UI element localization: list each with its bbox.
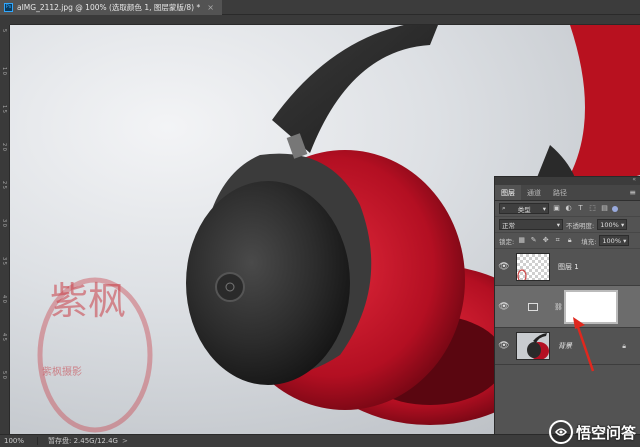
selective-color-icon: [528, 302, 538, 311]
close-icon[interactable]: ×: [207, 3, 214, 12]
chevron-down-icon: ▾: [620, 220, 625, 229]
ruler-tick: 5: [1, 29, 7, 33]
layer-row-layer-1[interactable]: 👁︎ 图层 1: [495, 249, 640, 286]
link-icon[interactable]: ⛓︎: [554, 303, 563, 311]
layer-row-background[interactable]: 👁︎ 背景 🔒︎: [495, 328, 640, 365]
photoshop-icon: Ps: [4, 3, 13, 12]
opacity-label: 不透明度:: [566, 221, 595, 230]
ruler-tick: 4 0: [1, 295, 7, 303]
watermark: 悟空问答: [548, 420, 636, 444]
search-icon: ⌕: [502, 204, 506, 212]
chevron-down-icon: ▾: [623, 236, 627, 245]
panel-tabs: 图层 通道 路径 ≡: [495, 185, 640, 201]
filter-smart-object-icon[interactable]: ▤: [600, 204, 609, 213]
ruler-corner: [0, 15, 10, 25]
filter-toggle-icon[interactable]: [612, 205, 618, 212]
layer-thumbnail[interactable]: [516, 253, 550, 281]
eye-icon[interactable]: 👁︎: [495, 262, 513, 272]
blend-mode-label: 正常: [502, 221, 515, 230]
fill-label: 填充:: [581, 237, 597, 246]
document-tab-bar: Ps aIMG_2112.jpg @ 100% (选取颜色 1, 图层蒙版/8)…: [0, 0, 640, 15]
seal-thumbnail-graphic: [517, 269, 527, 280]
status-bar: 100% 暂存盘: 2.45G/12.4G >: [0, 434, 640, 447]
ruler-tick: 2 5: [1, 181, 7, 189]
ruler-tick: 2 0: [1, 143, 7, 151]
status-menu-icon[interactable]: >: [118, 437, 128, 445]
layers-panel: « 图层 通道 路径 ≡ ⌕ 类型 ▾ ▣ ◐ T ⬚ ▤ 正常 ▾ 不透明度:…: [494, 176, 640, 434]
tab-channels[interactable]: 通道: [521, 185, 547, 200]
lock-move-icon[interactable]: ✥: [541, 236, 550, 245]
wukong-logo-icon: [548, 420, 573, 444]
headphones-thumbnail-graphic: [527, 333, 549, 359]
ruler-tick: 1 5: [1, 105, 7, 113]
document-tab[interactable]: Ps aIMG_2112.jpg @ 100% (选取颜色 1, 图层蒙版/8)…: [0, 0, 222, 15]
chevron-down-icon: ▾: [542, 204, 546, 213]
fill-value: 100%: [602, 236, 621, 245]
lock-all-icon[interactable]: 🔒︎: [565, 236, 574, 245]
watermark-text: 悟空问答: [575, 423, 636, 442]
collapse-icon[interactable]: «: [632, 176, 636, 183]
ruler-tick: 5 0: [1, 371, 7, 379]
opacity-value: 100%: [600, 220, 619, 229]
seal-large-text: 紫枫: [50, 279, 127, 323]
left-ruler: 5 1 0 1 5 2 0 2 5 3 0 3 5 4 0 4 5 5 0: [0, 15, 10, 434]
lock-row: 锁定: ▦ ✎ ✥ ⌗ 🔒︎ 填充: 100% ▾: [495, 233, 640, 249]
lock-transparent-icon[interactable]: ▦: [517, 236, 526, 245]
seal-small-text: 紫枫摄影: [42, 367, 82, 378]
fill-field[interactable]: 100% ▾: [599, 235, 630, 246]
filter-row: ⌕ 类型 ▾ ▣ ◐ T ⬚ ▤: [495, 201, 640, 217]
document-info: 暂存盘: 2.45G/12.4G: [48, 437, 118, 445]
filter-kind-select[interactable]: ⌕ 类型 ▾: [499, 203, 549, 214]
document-title: aIMG_2112.jpg @ 100% (选取颜色 1, 图层蒙版/8) *: [17, 3, 201, 12]
tab-paths[interactable]: 路径: [547, 185, 573, 200]
ruler-tick: 3 5: [1, 257, 7, 265]
filter-type-icon[interactable]: T: [576, 204, 585, 213]
filter-pixel-icon[interactable]: ▣: [552, 204, 561, 213]
layers-list: 👁︎ 图层 1 👁︎ ⛓︎ 👁︎ 背景 🔒︎: [495, 249, 640, 365]
panel-header-strip: «: [495, 176, 640, 185]
lock-artboard-icon[interactable]: ⌗: [553, 236, 562, 245]
ruler-tick: 4 5: [1, 333, 7, 341]
opacity-field[interactable]: 100% ▾: [597, 219, 628, 230]
ruler-tick: 3 0: [1, 219, 7, 227]
filter-adjustment-icon[interactable]: ◐: [564, 204, 573, 213]
zoom-level[interactable]: 100%: [0, 437, 38, 445]
filter-kind-label: 类型: [517, 205, 531, 214]
eye-icon[interactable]: 👁︎: [495, 341, 513, 351]
eye-icon[interactable]: 👁︎: [495, 302, 513, 312]
chevron-down-icon: ▾: [556, 220, 560, 229]
filter-shape-icon[interactable]: ⬚: [588, 204, 597, 213]
panel-menu-icon[interactable]: ≡: [629, 188, 636, 197]
blend-row: 正常 ▾ 不透明度: 100% ▾: [495, 217, 640, 233]
lock-icon: 🔒︎: [622, 341, 626, 350]
layer-row-selective-color[interactable]: 👁︎ ⛓︎: [495, 286, 640, 328]
lock-brush-icon[interactable]: ✎: [529, 236, 538, 245]
layer-name[interactable]: 图层 1: [558, 262, 579, 272]
adjustment-thumbnail[interactable]: [516, 293, 550, 321]
layer-thumbnail[interactable]: [516, 332, 550, 360]
blend-mode-select[interactable]: 正常 ▾: [499, 219, 563, 230]
ruler-tick: 1 0: [1, 67, 7, 75]
tab-layers[interactable]: 图层: [495, 185, 521, 200]
lock-label: 锁定:: [499, 237, 515, 246]
red-arrow-annotation: [573, 317, 595, 372]
top-ruler: [10, 15, 640, 25]
